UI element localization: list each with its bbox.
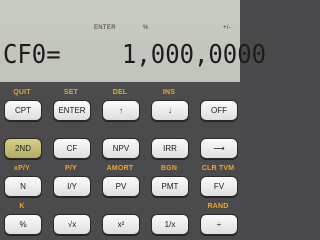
cpt-label: CPT bbox=[15, 106, 31, 115]
cpt-button[interactable]: CPT bbox=[4, 100, 42, 121]
up-arrow-icon: ↑ bbox=[119, 106, 123, 115]
enter-button[interactable]: ENTER bbox=[53, 100, 91, 121]
label-bgn: BGN bbox=[160, 165, 178, 172]
second-label: 2ND bbox=[14, 144, 31, 153]
n-button[interactable]: N bbox=[4, 176, 42, 197]
label-ins: INS bbox=[162, 89, 176, 96]
arrow-right-icon: ⟶ bbox=[213, 144, 225, 153]
label-rand: RAND bbox=[207, 203, 229, 210]
label-k: K bbox=[19, 203, 25, 210]
sqrt-button[interactable]: √x bbox=[53, 214, 91, 235]
percent-button[interactable]: % bbox=[4, 214, 42, 235]
divide-icon: ÷ bbox=[216, 220, 222, 229]
annunciator-percent: % bbox=[143, 25, 149, 31]
off-button[interactable]: OFF bbox=[200, 100, 238, 121]
down-arrow-icon: ↓ bbox=[168, 106, 172, 115]
lcd-display: ENTER % +/- CF0= 1,000,0000 bbox=[0, 0, 266, 83]
percent-label: % bbox=[19, 220, 27, 229]
label-py: P/Y bbox=[65, 165, 77, 172]
reciprocal-button[interactable]: 1/x bbox=[151, 214, 189, 235]
label-quit: QUIT bbox=[13, 89, 31, 96]
n-label: N bbox=[20, 182, 26, 191]
keypad: QUIT SET DEL INS CPT ENTER ↑ ↓ OFF 2ND C… bbox=[0, 82, 240, 240]
cf-button[interactable]: CF bbox=[53, 138, 91, 159]
npv-button[interactable]: NPV bbox=[102, 138, 140, 159]
fv-label: FV bbox=[213, 182, 225, 191]
iy-button[interactable]: I/Y bbox=[53, 176, 91, 197]
label-amort: AMORT bbox=[106, 165, 134, 172]
up-arrow-button[interactable]: ↑ bbox=[102, 100, 140, 121]
cf-label: CF bbox=[66, 144, 78, 153]
pv-label: PV bbox=[115, 182, 127, 191]
label-xpy: xP/Y bbox=[14, 165, 30, 172]
iy-label: I/Y bbox=[67, 182, 77, 191]
enter-label: ENTER bbox=[58, 106, 86, 115]
pmt-label: PMT bbox=[161, 182, 179, 191]
divide-button[interactable]: ÷ bbox=[200, 214, 238, 235]
label-set: SET bbox=[63, 89, 79, 96]
arrow-right-button[interactable]: ⟶ bbox=[200, 138, 238, 159]
label-del: DEL bbox=[112, 89, 128, 96]
pmt-button[interactable]: PMT bbox=[151, 176, 189, 197]
display-label: CF0= bbox=[3, 40, 61, 70]
down-arrow-button[interactable]: ↓ bbox=[151, 100, 189, 121]
square-button[interactable]: x² bbox=[102, 214, 140, 235]
irr-label: IRR bbox=[163, 144, 177, 153]
off-label: OFF bbox=[211, 106, 227, 115]
pv-button[interactable]: PV bbox=[102, 176, 140, 197]
fv-button[interactable]: FV bbox=[200, 176, 238, 197]
annunciator-enter: ENTER bbox=[94, 25, 116, 31]
display-value: 1,000,0000 bbox=[122, 40, 267, 70]
annunciator-plus-minus: +/- bbox=[223, 25, 232, 31]
reciprocal-label: 1/x bbox=[164, 220, 176, 229]
irr-button[interactable]: IRR bbox=[151, 138, 189, 159]
square-label: x² bbox=[117, 220, 125, 229]
second-function-button[interactable]: 2ND bbox=[4, 138, 42, 159]
sqrt-label: √x bbox=[67, 220, 77, 229]
label-clr-tvm: CLR TVM bbox=[201, 165, 235, 172]
npv-label: NPV bbox=[112, 144, 130, 153]
